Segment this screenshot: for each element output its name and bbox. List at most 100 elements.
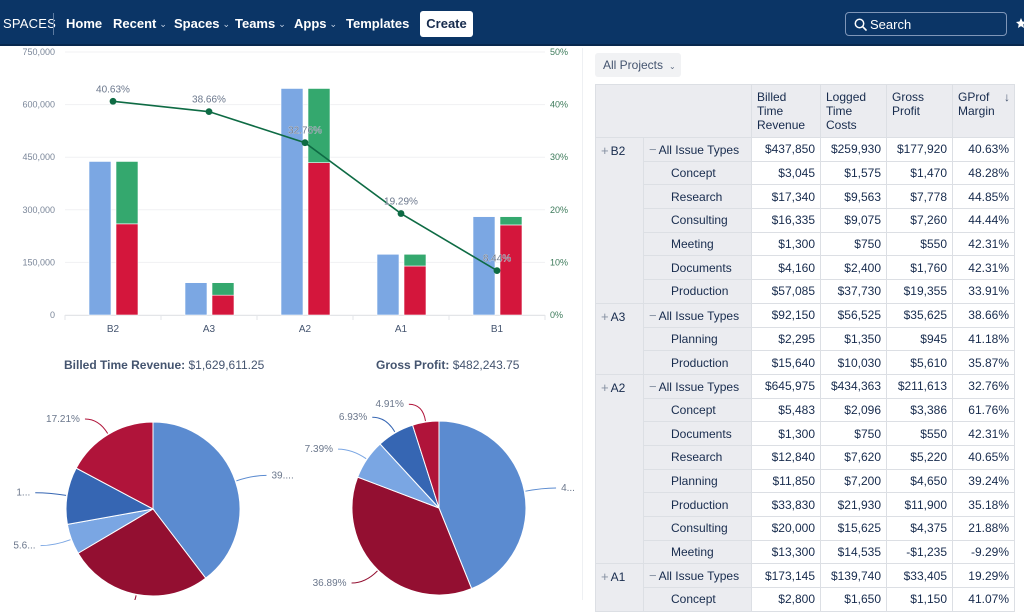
nav-home[interactable]: Home — [66, 16, 102, 31]
expand-icon[interactable]: + — [601, 143, 609, 158]
issue-type-total[interactable]: − All Issue Types — [643, 563, 752, 589]
cell-margin: 41.07% — [952, 587, 1015, 612]
cell-costs: $14,535 — [820, 539, 887, 565]
expand-icon[interactable]: + — [601, 380, 609, 395]
margin-data-label: 19.29% — [384, 197, 418, 208]
bar-revenue-b2 — [88, 161, 112, 316]
header-logged-time-costs[interactable]: Logged Time Costs — [820, 84, 887, 138]
collapse-icon[interactable]: − — [649, 379, 657, 394]
bar-revenue-a3 — [184, 282, 208, 316]
issue-type-cell: Documents — [643, 255, 752, 281]
charts-panel: 0 150,000 300,000 450,000 600,000 750,000 0% 10… — [0, 48, 583, 600]
cell-revenue: $20,000 — [751, 516, 821, 541]
cell-profit: $11,900 — [886, 492, 953, 517]
nav-spaces[interactable]: Spaces ⌄ — [174, 16, 230, 31]
cell-costs: $2,096 — [820, 397, 887, 423]
group-cell-b2[interactable]: + B2 — [595, 137, 644, 304]
collapse-icon[interactable]: − — [649, 142, 657, 157]
cell-revenue: $5,483 — [751, 397, 821, 423]
profit-pie-total: $482,243.75 — [452, 358, 520, 372]
header-gross-profit[interactable]: Gross Profit — [886, 84, 953, 138]
cell-margin: 44.85% — [952, 184, 1015, 210]
collapse-icon[interactable]: − — [649, 308, 657, 323]
cell-margin: 21.88% — [952, 516, 1015, 541]
expand-icon[interactable]: + — [601, 569, 609, 584]
cell-revenue: $4,160 — [751, 255, 821, 281]
x-tick-label: A3 — [203, 324, 216, 335]
issue-type-total[interactable]: − All Issue Types — [643, 137, 752, 162]
all-projects-label: All Projects — [603, 58, 664, 72]
margin-data-label: 32.76% — [288, 126, 322, 137]
margin-data-label: 8.44% — [483, 254, 511, 265]
pie-slice-a2 — [438, 420, 527, 590]
issue-type-cell: Meeting — [643, 539, 752, 565]
create-button[interactable]: Create — [420, 11, 473, 37]
chevron-down-icon: ⌄ — [159, 19, 167, 29]
pie-slice-a3 — [357, 443, 440, 509]
y-left-tick-label: 150,000 — [22, 257, 55, 267]
header-billed-time-revenue[interactable]: Billed Time Revenue — [751, 84, 821, 138]
y-right-tick-label: 40% — [550, 100, 568, 110]
issue-type-cell: Consulting — [643, 516, 752, 541]
issue-type-total[interactable]: − All Issue Types — [643, 302, 752, 328]
group-name: A3 — [610, 309, 626, 324]
sort-descending-icon[interactable]: ↓ — [1004, 90, 1010, 104]
cell-costs: $7,620 — [820, 444, 887, 470]
group-cell-a2[interactable]: + A2 — [595, 373, 644, 565]
issue-type-total[interactable]: − All Issue Types — [643, 373, 752, 399]
pie-leader-line — [338, 448, 367, 460]
pie-data-label: 5.6... — [13, 541, 35, 552]
group-name: A1 — [610, 570, 626, 585]
issue-type-cell: Planning — [643, 468, 752, 494]
expand-icon[interactable]: + — [601, 309, 609, 324]
cell-revenue: $1,300 — [751, 231, 821, 257]
bar-revenue-a2 — [280, 88, 304, 316]
nav-recent[interactable]: Recent ⌄ — [113, 16, 167, 31]
issue-type-cell: Production — [643, 279, 752, 304]
table-row: Concept $5,483 $2,096 $3,386 61.76% — [596, 397, 1015, 423]
cell-profit: $550 — [886, 231, 953, 257]
pie-leader-line — [35, 492, 67, 496]
cell-revenue: $57,085 — [751, 279, 821, 304]
bar-profit-b2 — [115, 161, 139, 225]
all-projects-dropdown[interactable]: All Projects ⌄ — [595, 53, 681, 77]
cell-profit: $3,386 — [886, 397, 953, 423]
pie-leader-line — [84, 418, 109, 434]
issue-type-cell: Concept — [643, 160, 752, 186]
chevron-down-icon: ⌄ — [278, 19, 286, 29]
cell-costs: $1,650 — [820, 587, 887, 612]
cell-profit: $177,920 — [886, 137, 953, 162]
nav-divider — [53, 13, 54, 35]
table-row: Consulting $20,000 $15,625 $4,375 21.88% — [596, 516, 1015, 541]
nav-teams[interactable]: Teams ⌄ — [235, 16, 286, 31]
nav-templates[interactable]: Templates — [346, 16, 409, 31]
spaces-brand[interactable]: SPACES — [3, 16, 56, 31]
cell-revenue: $437,850 — [751, 137, 821, 162]
collapse-icon[interactable]: − — [649, 568, 657, 583]
cell-revenue: $645,975 — [751, 373, 821, 399]
search-input[interactable]: Search — [845, 12, 1007, 36]
cell-margin: -9.29% — [952, 539, 1015, 565]
nav-apps[interactable]: Apps ⌄ — [294, 16, 337, 31]
margin-point-a3 — [205, 108, 213, 116]
y-left-tick-label: 300,000 — [22, 205, 55, 215]
cell-margin: 44.44% — [952, 208, 1015, 233]
header-gprof-margin[interactable]: GProf Margin ↓ — [952, 84, 1015, 138]
table-row: Meeting $1,300 $750 $550 42.31% — [596, 231, 1015, 257]
cell-revenue: $2,800 — [751, 587, 821, 612]
pivot-table: Billed Time Revenue Logged Time Costs Gross P… — [595, 84, 1015, 612]
pie-slice-a1 — [379, 424, 440, 509]
search-placeholder: Search — [870, 17, 912, 32]
y-right-tick-label: 30% — [550, 152, 568, 162]
group-cell-a1[interactable]: + A1 — [595, 563, 644, 612]
cell-revenue: $2,295 — [751, 326, 821, 352]
table-row-group-total: + A1− All Issue Types $173,145 $139,740 $33,4… — [595, 563, 1015, 612]
cell-revenue: $15,640 — [751, 350, 821, 375]
group-cell-a3[interactable]: + A3 — [595, 302, 644, 375]
top-navbar: SPACES Home Recent ⌄ Spaces ⌄ Teams ⌄ Apps ⌄… — [0, 0, 1024, 46]
pie-leader-line — [351, 570, 378, 584]
star-icon[interactable] — [1016, 18, 1024, 28]
pie-slice-a1 — [65, 467, 155, 526]
cell-costs: $9,563 — [820, 184, 887, 210]
cell-costs: $750 — [820, 421, 887, 446]
